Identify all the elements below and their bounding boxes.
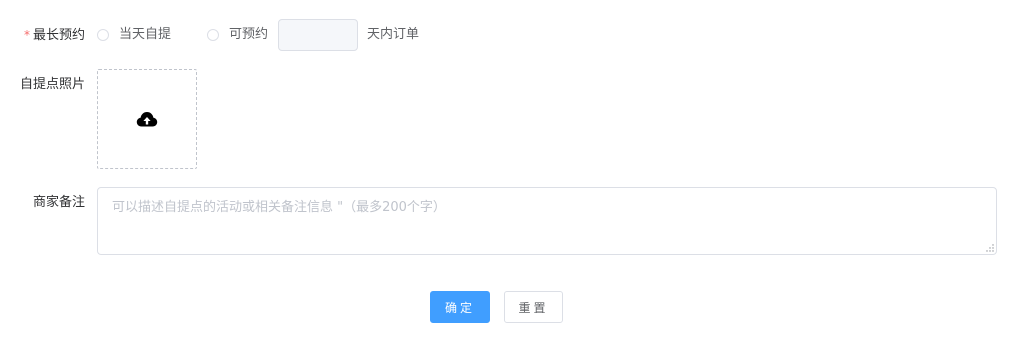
cloud-upload-icon xyxy=(136,112,158,127)
bookable-radio-circle[interactable] xyxy=(207,29,219,41)
bookable-radio-label: 可预约 xyxy=(229,27,269,42)
photo-upload-area[interactable] xyxy=(97,69,197,169)
max-booking-label: * 最长预约 xyxy=(24,25,85,46)
resize-handle-icon[interactable] xyxy=(986,244,994,252)
merchant-note-label: 商家备注 xyxy=(33,195,86,210)
reset-button[interactable]: 重置 xyxy=(504,291,563,323)
required-mark: * xyxy=(24,28,30,42)
merchant-note-field[interactable] xyxy=(97,187,997,255)
same-day-pickup-radio-label: 当天自提 xyxy=(119,27,172,42)
merchant-note-textarea[interactable] xyxy=(98,188,996,254)
pickup-photo-label: 自提点照片 xyxy=(20,77,86,92)
confirm-button[interactable]: 确定 xyxy=(430,291,490,323)
bookable-radio[interactable]: 可预约 xyxy=(207,25,268,45)
same-day-pickup-radio-circle[interactable] xyxy=(97,29,109,41)
max-booking-label-text: 最长预约 xyxy=(33,28,86,43)
booking-days-input[interactable] xyxy=(278,19,358,51)
days-suffix-text: 天内订单 xyxy=(367,27,420,42)
same-day-pickup-radio[interactable]: 当天自提 xyxy=(97,25,171,45)
